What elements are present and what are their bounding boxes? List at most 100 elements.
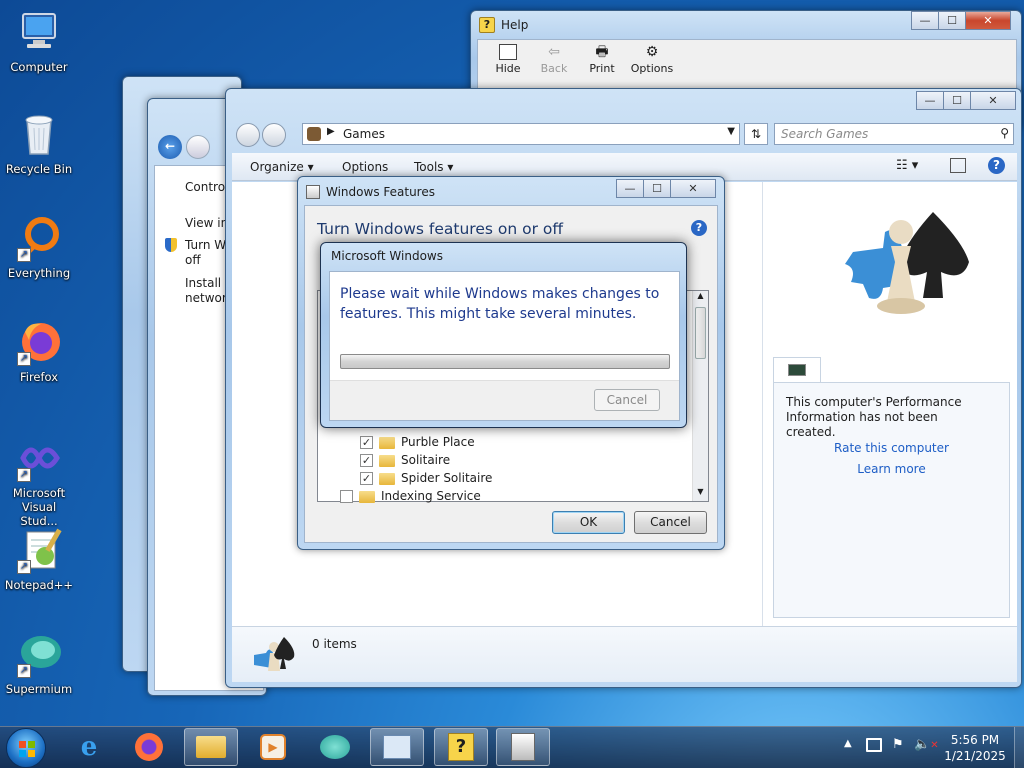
forward-nav-button[interactable] xyxy=(262,123,286,147)
progress-message: Please wait while Windows makes changes … xyxy=(340,286,660,322)
supermium-icon: ↗ xyxy=(15,630,63,678)
progress-dialog[interactable]: Microsoft Windows Please wait while Wind… xyxy=(320,242,687,428)
search-input[interactable]: Search Games ⚲ xyxy=(774,123,1014,145)
close-button[interactable]: ✕ xyxy=(965,11,1011,30)
window-title: Windows Features xyxy=(326,185,435,199)
desktop-icon-recycle-bin[interactable]: Recycle Bin xyxy=(2,110,76,176)
tree-item-label: Spider Solitaire xyxy=(401,471,493,485)
cancel-button[interactable]: Cancel xyxy=(634,511,707,534)
maximize-button[interactable]: ☐ xyxy=(938,11,966,30)
desktop-icon-label: Everything xyxy=(7,266,71,280)
rate-computer-link[interactable]: Rate this computer xyxy=(774,441,1009,455)
back-button[interactable]: ⇦ Back xyxy=(534,44,574,75)
taskbar-explorer[interactable] xyxy=(184,728,238,766)
tree-item[interactable]: Indexing Service xyxy=(340,489,481,503)
windows-logo-icon xyxy=(19,741,35,757)
desktop-icon-everything[interactable]: ↗ Everything xyxy=(2,214,76,280)
options-menu[interactable]: Options xyxy=(342,160,388,174)
checkbox[interactable] xyxy=(340,490,353,503)
start-button[interactable] xyxy=(6,728,46,768)
help-icon: ? xyxy=(448,733,474,761)
cancel-button[interactable]: Cancel xyxy=(594,389,660,411)
close-button[interactable]: ✕ xyxy=(970,91,1016,110)
desktop-icon-label: Microsoft Visual Stud... xyxy=(12,486,66,528)
checkbox[interactable]: ✓ xyxy=(360,436,373,449)
progress-body: Please wait while Windows makes changes … xyxy=(329,271,680,421)
media-player-icon: ▶ xyxy=(260,734,286,760)
performance-tab[interactable] xyxy=(773,357,821,383)
ok-button[interactable]: OK xyxy=(552,511,625,534)
taskbar-supermium[interactable] xyxy=(308,728,362,766)
help-icon[interactable]: ? xyxy=(691,220,707,236)
desktop-icon-visual-studio[interactable]: ↗ Microsoft Visual Stud... xyxy=(2,434,76,528)
control-panel-home-link[interactable]: Control xyxy=(185,180,228,194)
breadcrumb[interactable]: Games xyxy=(343,127,385,141)
learn-more-link[interactable]: Learn more xyxy=(774,462,1009,476)
back-nav-button[interactable]: ← xyxy=(158,135,182,159)
help-icon[interactable]: ? xyxy=(988,157,1005,174)
clock-date: 1/21/2025 xyxy=(944,749,1006,763)
internet-explorer-icon: e xyxy=(80,732,98,762)
print-icon: 🖶 xyxy=(595,44,609,60)
checkbox[interactable]: ✓ xyxy=(360,454,373,467)
tree-item-label: Indexing Service xyxy=(381,489,481,503)
maximize-button[interactable]: ☐ xyxy=(643,179,671,198)
help-icon: ? xyxy=(479,17,495,33)
print-button[interactable]: 🖶 Print xyxy=(582,44,622,75)
options-label: Options xyxy=(630,62,674,75)
shortcut-arrow-icon: ↗ xyxy=(17,248,31,262)
address-bar[interactable]: ▶ Games ▼ xyxy=(302,123,740,145)
minimize-button[interactable]: — xyxy=(911,11,939,30)
organize-menu[interactable]: Organize ▾ xyxy=(250,160,314,174)
maximize-button[interactable]: ☐ xyxy=(943,91,971,110)
performance-text: This computer's Performance Information … xyxy=(786,395,962,439)
tools-menu[interactable]: Tools ▾ xyxy=(414,160,453,174)
tree-item[interactable]: ✓ Solitaire xyxy=(360,453,450,467)
supermium-icon xyxy=(320,735,350,759)
turn-features-link[interactable]: Turn W xyxy=(185,238,226,252)
forward-nav-button[interactable] xyxy=(186,135,210,159)
taskbar-features[interactable] xyxy=(496,728,550,766)
scroll-up-icon[interactable]: ▲ xyxy=(693,291,708,305)
action-center-flag-icon[interactable]: ⚑ xyxy=(892,737,904,752)
scroll-thumb[interactable] xyxy=(695,307,706,359)
checkbox[interactable]: ✓ xyxy=(360,472,373,485)
taskbar-control-panel[interactable] xyxy=(370,728,424,766)
minimize-button[interactable]: — xyxy=(916,91,944,110)
show-hidden-icons[interactable]: ▲ xyxy=(844,738,852,749)
taskbar-firefox[interactable] xyxy=(122,728,176,766)
scroll-down-icon[interactable]: ▼ xyxy=(693,487,708,501)
preview-pane-icon[interactable] xyxy=(950,158,966,173)
desktop-icon-label: Computer xyxy=(10,60,68,74)
desktop-icon-label: Supermium xyxy=(5,682,73,696)
refresh-button[interactable]: ⇅ xyxy=(744,123,768,145)
view-options-icon[interactable]: ☷ ▾ xyxy=(896,158,918,173)
tree-item[interactable]: ✓ Spider Solitaire xyxy=(360,471,492,485)
clock[interactable]: 5:56 PM 1/21/2025 xyxy=(940,732,1010,764)
taskbar-help[interactable]: ? xyxy=(434,728,488,766)
options-button[interactable]: ⚙ Options xyxy=(628,44,676,75)
taskbar-media-player[interactable]: ▶ xyxy=(246,728,300,766)
desktop-icon-computer[interactable]: Computer xyxy=(2,8,76,74)
clock-time: 5:56 PM xyxy=(950,733,1000,747)
firefox-icon: ↗ xyxy=(15,318,63,366)
shortcut-arrow-icon: ↗ xyxy=(17,560,31,574)
tree-item-label: Purble Place xyxy=(401,435,475,449)
minimize-button[interactable]: — xyxy=(616,179,644,198)
shortcut-arrow-icon: ↗ xyxy=(17,468,31,482)
hide-button[interactable]: Hide xyxy=(488,44,528,75)
desktop-icon-firefox[interactable]: ↗ Firefox xyxy=(2,318,76,384)
close-button[interactable]: ✕ xyxy=(670,179,716,198)
tree-scrollbar[interactable]: ▲ ▼ xyxy=(692,291,708,501)
network-icon[interactable] xyxy=(866,738,882,752)
show-desktop-button[interactable] xyxy=(1014,727,1024,768)
desktop-icon-supermium[interactable]: ↗ Supermium xyxy=(2,630,76,696)
taskbar-ie[interactable]: e xyxy=(62,728,116,766)
address-dropdown-icon[interactable]: ▼ xyxy=(727,126,735,137)
volume-muted-icon[interactable]: 🔈✕ xyxy=(914,737,939,752)
back-nav-button[interactable] xyxy=(236,123,260,147)
games-small-icon xyxy=(254,637,295,671)
print-label: Print xyxy=(589,62,615,75)
tree-item[interactable]: ✓ Purble Place xyxy=(360,435,475,449)
desktop-icon-notepadpp[interactable]: ↗ Notepad++ xyxy=(2,526,76,592)
